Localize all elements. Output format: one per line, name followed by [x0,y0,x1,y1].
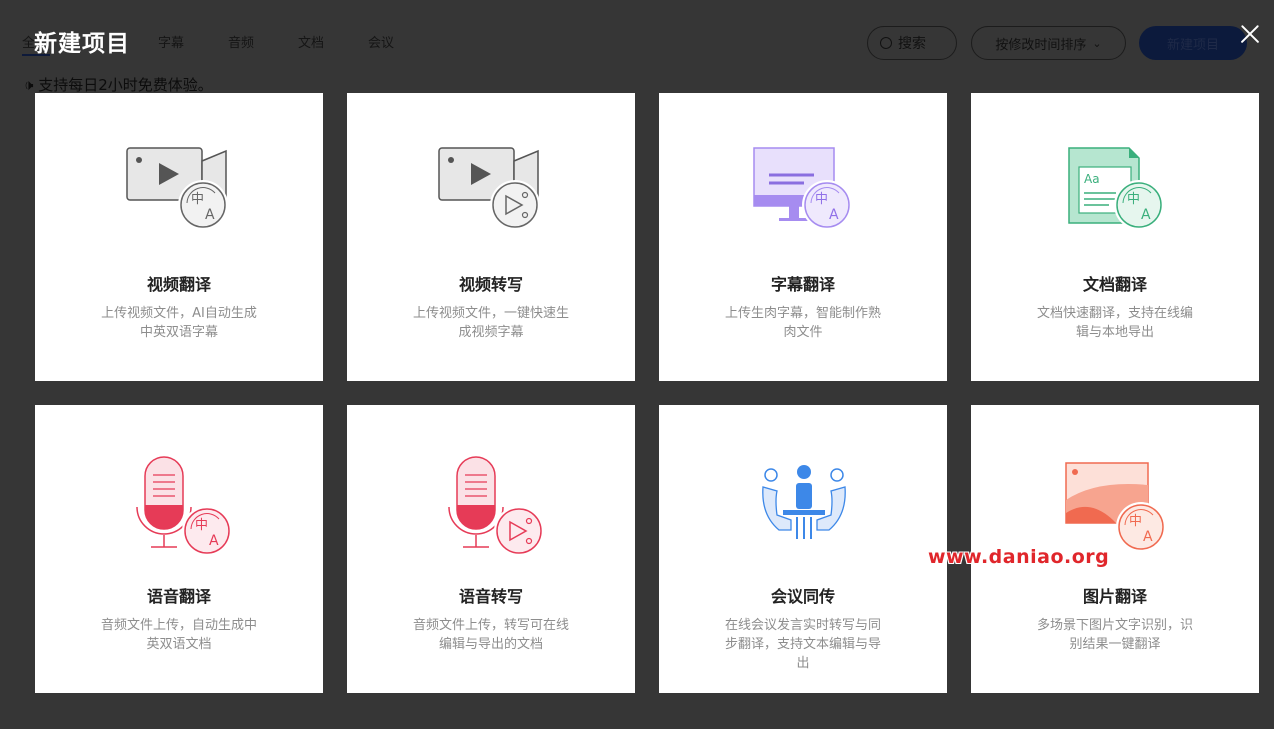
search-box: 搜索 [867,26,957,60]
document-translate-icon: Aa 中 A [1068,147,1164,230]
svg-text:A: A [205,207,215,223]
card-title: 文档翻译 [1082,275,1147,294]
sort-label: 按修改时间排序 [995,37,1087,53]
video-translate-icon: 中 A [126,147,228,230]
tab-document: 文档 [298,36,325,51]
svg-text:中: 中 [1127,192,1140,207]
search-icon [880,37,892,49]
card-document-translate[interactable]: Aa 中 A 文档翻译 文档快速翻译，支持在线编辑与本地导出 [971,93,1259,381]
card-description: 上传生肉字幕，智能制作熟肉文件 [724,306,881,340]
svg-text:A: A [209,533,219,549]
card-description: 在线会议发言实时转写与同步翻译，支持文本编辑与导出 [724,618,881,671]
card-title: 字幕翻译 [770,275,835,294]
video-transcribe-icon [438,147,540,230]
card-description: 文档快速翻译，支持在线编辑与本地导出 [1036,306,1193,340]
card-video-translate[interactable]: 中 A 视频翻译 上传视频文件，AI自动生成中英双语字幕 [35,93,323,381]
watermark: www.daniao.org [928,546,1110,568]
project-type-grid: 中 A 视频翻译 上传视频文件，AI自动生成中英双语字幕 视频转写 上传视频文件… [35,93,1259,693]
card-description: 多场景下图片文字识别，识别结果一键翻译 [1036,618,1193,652]
audio-translate-icon: 中 A [136,456,232,555]
svg-text:A: A [1141,207,1151,223]
sort-dropdown: 按修改时间排序 ⌄ [971,26,1126,60]
card-description: 上传视频文件，AI自动生成中英双语字幕 [101,306,257,340]
card-description: 音频文件上传，转写可在线编辑与导出的文档 [412,618,569,652]
card-title: 会议同传 [770,587,835,606]
image-translate-icon: 中 A [1065,462,1166,552]
search-label: 搜索 [898,36,926,52]
audio-transcribe-icon [448,456,544,555]
tab-audio: 音频 [228,36,255,51]
tab-meeting: 会议 [368,36,395,51]
tab-subtitle: 字幕 [158,36,185,51]
card-title: 视频翻译 [146,275,211,294]
card-subtitle-translate[interactable]: 中 A 字幕翻译 上传生肉字幕，智能制作熟肉文件 [659,93,947,381]
subtitle-translate-icon: 中 A [753,147,852,230]
dialog-title: 新建项目 [34,31,130,57]
card-audio-transcribe[interactable]: 语音转写 音频文件上传，转写可在线编辑与导出的文档 [347,405,635,693]
svg-text:中: 中 [815,192,828,207]
card-meeting-interpret[interactable]: 会议同传 在线会议发言实时转写与同步翻译，支持文本编辑与导出 [659,405,947,693]
card-audio-translate[interactable]: 中 A 语音翻译 音频文件上传，自动生成中英双语文档 [35,405,323,693]
card-description: 上传视频文件，一键快速生成视频字幕 [412,306,569,340]
svg-text:中: 中 [195,518,208,533]
card-title: 视频转写 [458,275,523,294]
svg-text:中: 中 [191,192,204,207]
card-title: 图片翻译 [1082,587,1147,606]
svg-text:中: 中 [1129,514,1142,529]
new-project-button-bg: 新建项目 [1139,26,1247,60]
card-title: 语音转写 [458,587,523,606]
card-title: 语音翻译 [146,587,211,606]
close-button[interactable] [1236,20,1264,48]
svg-text:Aa: Aa [1084,172,1100,186]
card-description: 音频文件上传，自动生成中英双语文档 [100,618,257,652]
free-trial-notice: 🕩 支持每日2小时免费体验。 [24,76,213,94]
chevron-down-icon: ⌄ [1092,36,1102,50]
svg-text:A: A [1143,529,1153,545]
meeting-interpret-icon [762,465,846,539]
card-video-transcribe[interactable]: 视频转写 上传视频文件，一键快速生成视频字幕 [347,93,635,381]
svg-text:A: A [829,207,839,223]
